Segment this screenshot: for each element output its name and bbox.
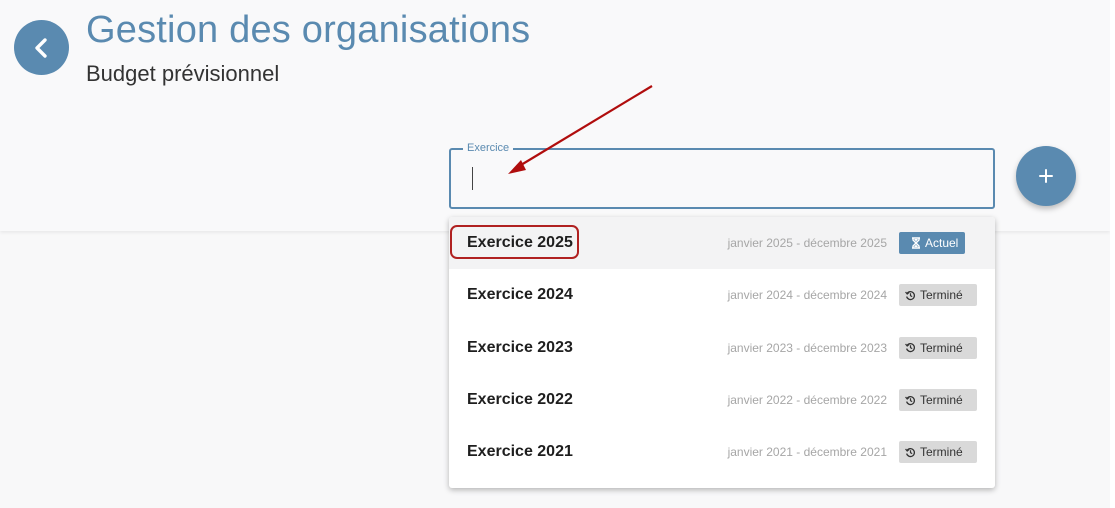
- exercice-input[interactable]: [465, 164, 969, 194]
- status-badge-label: Terminé: [920, 393, 963, 408]
- plus-icon: [1039, 169, 1053, 183]
- option-title: Exercice 2021: [467, 443, 573, 461]
- history-icon: [905, 447, 916, 457]
- status-badge: Terminé: [899, 284, 977, 307]
- hourglass-icon: [912, 237, 920, 249]
- history-icon: [905, 290, 916, 301]
- option-title: Exercice 2025: [467, 234, 573, 252]
- history-icon: [905, 395, 916, 405]
- add-button[interactable]: [1016, 146, 1076, 206]
- exercice-dropdown: Exercice 2025 janvier 2025 - décembre 20…: [449, 217, 995, 488]
- option-dates: janvier 2023 - décembre 2023: [727, 340, 887, 355]
- page-subtitle: Budget prévisionnel: [86, 61, 280, 86]
- scrollbar-gutter: [1110, 0, 1115, 508]
- history-icon: [905, 343, 916, 353]
- option-item[interactable]: Exercice 2021 janvier 2021 - décembre 20…: [449, 426, 995, 478]
- option-dates: janvier 2025 - décembre 2025: [727, 236, 887, 251]
- option-item[interactable]: Exercice 2025 janvier 2025 - décembre 20…: [449, 217, 995, 270]
- status-badge-label: Terminé: [920, 340, 963, 355]
- exercice-field[interactable]: Exercice: [449, 141, 995, 209]
- status-badge-label: Actuel: [925, 236, 959, 251]
- status-badge: Terminé: [899, 389, 977, 412]
- option-item[interactable]: Exercice 2024 janvier 2024 - décembre 20…: [449, 269, 995, 321]
- option-dates: janvier 2022 - décembre 2022: [727, 393, 887, 408]
- status-badge: Terminé: [899, 336, 977, 359]
- status-badge: Actuel: [899, 232, 965, 255]
- option-title: Exercice 2024: [467, 286, 573, 304]
- option-title: Exercice 2023: [467, 338, 573, 356]
- status-badge-label: Terminé: [920, 445, 963, 460]
- option-title: Exercice 2022: [467, 391, 573, 409]
- option-item[interactable]: Exercice 2022 janvier 2022 - décembre 20…: [449, 374, 995, 426]
- option-dates: janvier 2024 - décembre 2024: [727, 288, 887, 303]
- option-item[interactable]: Exercice 2023 janvier 2023 - décembre 20…: [449, 322, 995, 374]
- back-button[interactable]: [14, 20, 69, 75]
- page-title: Gestion des organisations: [86, 9, 531, 51]
- text-caret: [472, 167, 473, 190]
- status-badge-label: Terminé: [920, 288, 963, 303]
- option-dates: janvier 2021 - décembre 2021: [727, 445, 887, 460]
- exercice-field-label: Exercice: [463, 141, 514, 155]
- chevron-left-icon: [34, 37, 47, 58]
- status-badge: Terminé: [899, 441, 977, 464]
